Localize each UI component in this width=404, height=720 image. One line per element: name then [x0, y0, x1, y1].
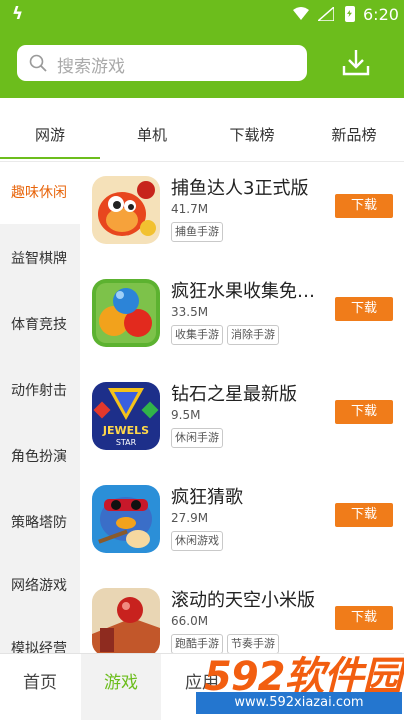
sidebar-item-sports[interactable]: 体育竞技	[0, 294, 80, 356]
tab-online-games[interactable]: 网游	[5, 124, 95, 145]
game-size: 9.5M	[171, 408, 201, 422]
sidebar-item-simulation[interactable]: 模拟经营	[0, 618, 80, 653]
tab-single-player[interactable]: 单机	[107, 124, 197, 145]
search-placeholder: 搜索游戏	[57, 57, 125, 77]
game-name: 滚动的天空小米版	[171, 590, 315, 611]
wifi-icon	[293, 7, 309, 20]
guitar-bird-icon	[92, 485, 160, 553]
game-tag[interactable]: 收集手游	[171, 325, 223, 345]
game-name: 钻石之星最新版	[171, 384, 297, 405]
sidebar-item-online[interactable]: 网络游戏	[0, 555, 80, 617]
list-item[interactable]: 疯狂水果收集免… 33.5M 收集手游 消除手游 下载	[80, 265, 404, 368]
app-header: ϟ 6:20 搜索游戏	[0, 0, 404, 98]
icon-caption-bottom: STAR	[116, 438, 137, 447]
download-button[interactable]: 下载	[335, 606, 393, 630]
game-tags: 休闲游戏	[171, 529, 227, 551]
game-tags: 捕鱼手游	[171, 220, 227, 242]
sidebar-item-rpg[interactable]: 角色扮演	[0, 426, 80, 488]
fruit-game-icon	[92, 279, 160, 347]
game-size: 41.7M	[171, 202, 209, 216]
status-bar: ϟ 6:20	[0, 0, 404, 30]
nav-games[interactable]: 游戏	[81, 668, 161, 693]
tab-new-ranking[interactable]: 新品榜	[309, 124, 399, 145]
jewels-star-icon: JEWELS STAR	[92, 382, 160, 450]
rolling-sky-icon	[92, 588, 160, 653]
watermark-url: www.592xiazai.com	[196, 692, 402, 714]
game-tag[interactable]: 消除手游	[227, 325, 279, 345]
download-button[interactable]: 下载	[335, 297, 393, 321]
clock: 6:20	[363, 5, 399, 24]
download-button[interactable]: 下载	[335, 503, 393, 527]
active-tab-indicator	[0, 157, 100, 159]
download-button[interactable]: 下载	[335, 194, 393, 218]
sidebar-item-puzzle-board[interactable]: 益智棋牌	[0, 228, 80, 290]
sidebar-item-action-shooting[interactable]: 动作射击	[0, 360, 80, 422]
signal-icon	[318, 7, 334, 21]
battery-icon	[345, 6, 355, 22]
sidebar-item-strategy[interactable]: 策略塔防	[0, 492, 80, 554]
nav-home[interactable]: 首页	[0, 668, 80, 693]
game-size: 27.9M	[171, 511, 209, 525]
game-size: 33.5M	[171, 305, 209, 319]
game-tags: 收集手游 消除手游	[171, 323, 283, 345]
game-tag[interactable]: 休闲游戏	[171, 531, 223, 551]
download-manager-icon[interactable]	[338, 46, 374, 80]
fish-game-icon	[92, 176, 160, 244]
sidebar-item-casual[interactable]: 趣味休闲	[0, 162, 80, 224]
search-icon	[29, 54, 47, 72]
download-button[interactable]: 下载	[335, 400, 393, 424]
game-tag[interactable]: 捕鱼手游	[171, 222, 223, 242]
game-name: 疯狂猜歌	[171, 487, 243, 508]
icon-caption-top: JEWELS	[102, 424, 149, 437]
game-size: 66.0M	[171, 614, 209, 628]
list-item[interactable]: JEWELS STAR 钻石之星最新版 9.5M 休闲手游 下载	[80, 368, 404, 471]
game-name: 捕鱼达人3正式版	[171, 178, 309, 199]
app-notification-icon: ϟ	[12, 4, 24, 24]
game-list: 捕鱼达人3正式版 41.7M 捕鱼手游 下载 疯狂水果收集免… 33.5M 收集…	[80, 162, 404, 653]
tab-download-ranking[interactable]: 下载榜	[207, 124, 297, 145]
game-tag[interactable]: 休闲手游	[171, 428, 223, 448]
search-input[interactable]: 搜索游戏	[17, 45, 307, 81]
site-watermark: 592软件园 www.592xiazai.com	[196, 640, 403, 718]
category-tabs: 网游 单机 下载榜 新品榜	[0, 98, 404, 162]
list-item[interactable]: 疯狂猜歌 27.9M 休闲游戏 下载	[80, 471, 404, 574]
game-tags: 休闲手游	[171, 426, 227, 448]
category-sidebar: 趣味休闲 益智棋牌 体育竞技 动作射击 角色扮演 策略塔防 网络游戏 模拟经营	[0, 162, 80, 653]
game-name: 疯狂水果收集免…	[171, 281, 315, 302]
list-item[interactable]: 捕鱼达人3正式版 41.7M 捕鱼手游 下载	[80, 162, 404, 265]
